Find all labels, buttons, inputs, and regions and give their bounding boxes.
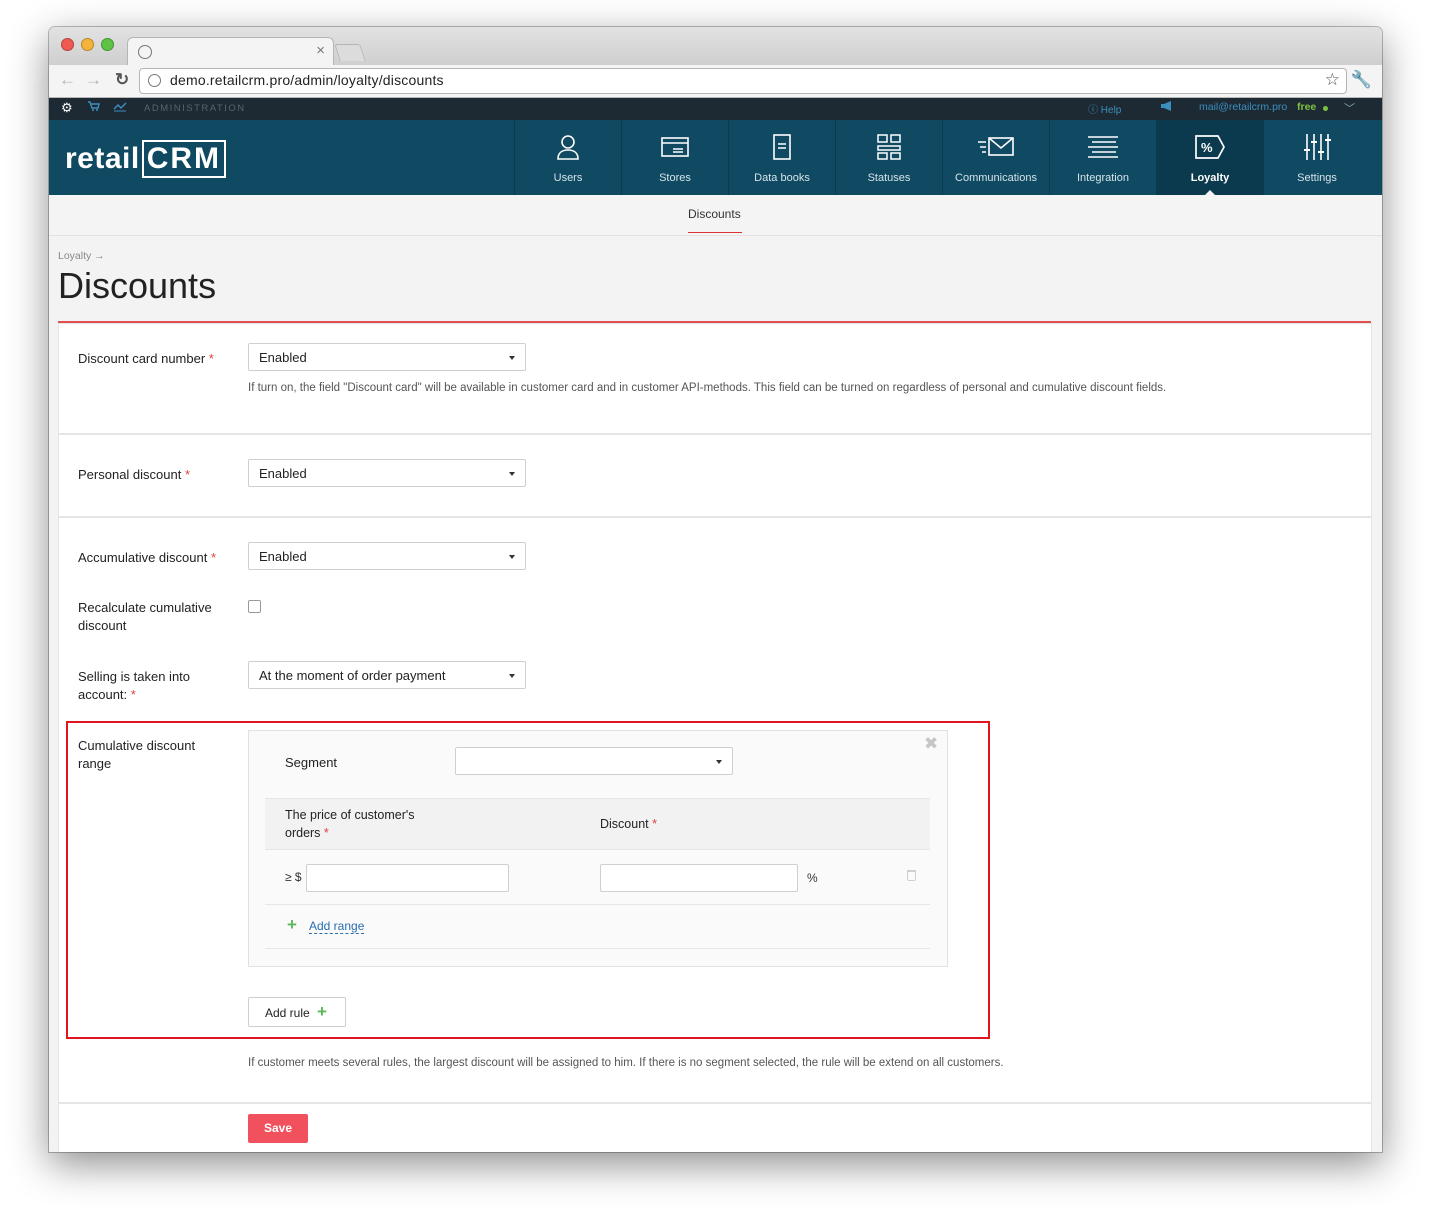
- megaphone-icon[interactable]: [1159, 100, 1175, 115]
- highlight-annotation: [66, 721, 990, 1039]
- nav-communications[interactable]: Communications: [942, 120, 1049, 195]
- nav-label: Data books: [754, 172, 810, 184]
- analytics-icon[interactable]: [113, 100, 127, 115]
- section-label: ADMINISTRATION: [144, 103, 246, 114]
- personal-discount-label-text: Personal discount: [78, 467, 182, 482]
- sliders-icon: [1264, 132, 1370, 162]
- caret-down-icon: [509, 472, 515, 476]
- user-email[interactable]: mail@retailcrm.pro: [1199, 101, 1287, 113]
- range-hint: If customer meets several rules, the lar…: [248, 1057, 1004, 1069]
- nav-label: Communications: [955, 172, 1037, 184]
- integration-icon: [1050, 132, 1156, 162]
- nav-label: Stores: [659, 172, 691, 184]
- close-window-button[interactable]: [61, 38, 74, 51]
- browser-tab[interactable]: ×: [127, 37, 334, 66]
- discount-card-label: Discount card number *: [78, 350, 214, 368]
- admin-topbar: ⚙ ADMINISTRATION ⓘ Help mail@retailcrm.p…: [49, 98, 1382, 120]
- help-label: Help: [1100, 105, 1122, 116]
- plan-badge: free: [1297, 101, 1317, 113]
- user-icon: [515, 132, 621, 162]
- url-text: demo.retailcrm.pro/admin/loyalty/discoun…: [170, 72, 444, 88]
- selling-label-line2: account:: [78, 687, 128, 702]
- store-icon: [622, 132, 728, 162]
- globe-icon: [138, 45, 152, 59]
- active-tab-underline: [688, 232, 742, 233]
- zoom-window-button[interactable]: [101, 38, 114, 51]
- nav-data-books[interactable]: Data books: [728, 120, 835, 195]
- percent-tag-icon: %: [1157, 132, 1263, 162]
- forward-arrow-icon[interactable]: →: [85, 70, 102, 90]
- logo-text: retail: [65, 142, 140, 175]
- required-marker: *: [181, 467, 191, 482]
- nav-integration[interactable]: Integration: [1049, 120, 1156, 195]
- caret-down-icon: [509, 674, 515, 678]
- personal-discount-value: Enabled: [259, 466, 307, 481]
- svg-text:%: %: [1201, 140, 1213, 155]
- accumulative-discount-select[interactable]: Enabled: [248, 542, 526, 570]
- selling-value: At the moment of order payment: [259, 668, 446, 683]
- wrench-icon[interactable]: 🔧: [1351, 70, 1372, 90]
- help-link[interactable]: ⓘ Help: [1088, 101, 1121, 116]
- nav-stores[interactable]: Stores: [621, 120, 728, 195]
- page-title: Discounts: [58, 265, 217, 306]
- selling-label-line1: Selling is taken into: [78, 669, 191, 684]
- sub-navigation: Discounts: [49, 195, 1382, 236]
- caret-down-icon: [509, 356, 515, 360]
- retailcrm-logo[interactable]: retail CRM: [65, 140, 227, 178]
- selling-label: Selling is taken into account: *: [78, 668, 190, 704]
- discount-card-label-text: Discount card number: [78, 351, 206, 366]
- browser-window: × ← → ↻ demo.retailcrm.pro/admin/loyalty…: [49, 27, 1382, 1152]
- nav-users[interactable]: Users: [514, 120, 621, 195]
- gear-icon[interactable]: ⚙: [61, 100, 73, 116]
- minimize-window-button[interactable]: [81, 38, 94, 51]
- back-arrow-icon[interactable]: ←: [59, 70, 76, 90]
- discount-card-select[interactable]: Enabled: [248, 343, 526, 371]
- accumulative-discount-value: Enabled: [259, 549, 307, 564]
- accumulative-discount-label: Accumulative discount *: [78, 549, 216, 567]
- address-bar[interactable]: demo.retailcrm.pro/admin/loyalty/discoun…: [139, 68, 1347, 94]
- nav-statuses[interactable]: Statuses: [835, 120, 942, 195]
- recalculate-label-line2: discount: [78, 618, 127, 633]
- discount-card-section: [58, 323, 1372, 434]
- nav-loyalty[interactable]: % Loyalty: [1156, 120, 1263, 195]
- required-marker: *: [207, 550, 217, 565]
- tab-discounts[interactable]: Discounts: [688, 207, 741, 221]
- mail-icon: [943, 132, 1049, 162]
- required-marker: *: [127, 687, 136, 702]
- chevron-down-icon[interactable]: ﹀: [1344, 100, 1355, 116]
- nav-label: Integration: [1077, 172, 1129, 184]
- main-header: retail CRM Users Stores Data books Status…: [49, 120, 1382, 195]
- nav-label: Loyalty: [1190, 172, 1230, 184]
- nav-settings[interactable]: Settings: [1263, 120, 1370, 195]
- caret-down-icon: [509, 555, 515, 559]
- breadcrumb[interactable]: Loyalty →: [58, 250, 105, 262]
- logo-crm-text: CRM: [141, 140, 227, 178]
- statuses-icon: [836, 132, 942, 162]
- recalculate-label-line1: Recalculate cumulative: [78, 600, 212, 615]
- nav-label: Settings: [1297, 172, 1337, 184]
- book-icon: [729, 132, 835, 162]
- nav-label: Users: [553, 172, 583, 184]
- browser-toolbar: ← → ↻ demo.retailcrm.pro/admin/loyalty/d…: [49, 65, 1382, 98]
- browser-tabbar: ×: [49, 27, 1382, 66]
- reload-icon[interactable]: ↻: [115, 70, 129, 90]
- new-tab-button[interactable]: [334, 44, 366, 61]
- site-info-icon[interactable]: [148, 74, 161, 87]
- accumulative-discount-label-text: Accumulative discount: [78, 550, 208, 565]
- cart-icon[interactable]: [87, 100, 100, 115]
- required-marker: *: [205, 351, 214, 366]
- recalculate-checkbox[interactable]: [248, 600, 261, 613]
- nav-label: Statuses: [867, 172, 911, 184]
- discount-card-value: Enabled: [259, 350, 307, 365]
- save-button[interactable]: Save: [248, 1114, 308, 1143]
- personal-discount-label: Personal discount *: [78, 466, 190, 484]
- bookmark-star-icon[interactable]: ☆: [1325, 70, 1340, 90]
- selling-select[interactable]: At the moment of order payment: [248, 661, 526, 689]
- discount-card-hint: If turn on, the field "Discount card" wi…: [248, 382, 1167, 394]
- status-dot: [1323, 106, 1328, 111]
- close-tab-icon[interactable]: ×: [316, 42, 325, 59]
- personal-discount-select[interactable]: Enabled: [248, 459, 526, 487]
- recalculate-label: Recalculate cumulative discount: [78, 599, 212, 635]
